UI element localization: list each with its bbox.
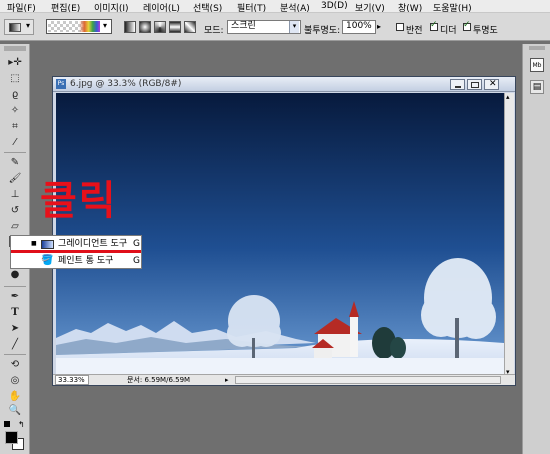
minimize-icon bbox=[455, 86, 461, 88]
gradient-icon bbox=[41, 240, 54, 249]
type-icon[interactable]: T bbox=[7, 306, 23, 320]
zoom-icon[interactable]: 🔍 bbox=[7, 404, 23, 418]
path-selection-icon[interactable]: ➤ bbox=[7, 322, 23, 336]
magic-wand-icon[interactable]: ✧ bbox=[7, 104, 23, 118]
navigator-panel-icon[interactable]: Mb bbox=[530, 58, 544, 72]
minimize-button[interactable] bbox=[450, 79, 465, 90]
3d-orbit-icon[interactable]: ◎ bbox=[7, 374, 23, 388]
radial-gradient-button[interactable] bbox=[139, 21, 151, 33]
horizontal-scrollbar[interactable] bbox=[235, 376, 501, 384]
chevron-down-icon: ▾ bbox=[289, 21, 299, 33]
diamond-gradient-button[interactable] bbox=[184, 21, 196, 33]
mode-value: 스크린 bbox=[231, 21, 256, 31]
zoom-field[interactable]: 33.33% bbox=[55, 375, 89, 385]
right-panel-dock: Mb ▤ bbox=[522, 44, 550, 454]
eraser-icon[interactable]: ▱ bbox=[7, 220, 23, 234]
gradient-icon bbox=[9, 23, 21, 32]
lasso-icon[interactable]: ϱ bbox=[7, 88, 23, 102]
document-size-info: 문서: 6.59M/6.59M bbox=[127, 376, 191, 384]
reflected-gradient-button[interactable] bbox=[169, 21, 181, 33]
crop-icon[interactable]: ⌗ bbox=[7, 120, 23, 134]
document-window: Ps 6.jpg @ 33.3% (RGB/8#) ✕ ▴ ▾ 33.33% 문… bbox=[52, 76, 516, 386]
dither-checkbox[interactable] bbox=[430, 20, 438, 31]
document-status-bar: 33.33% 문서: 6.59M/6.59M ▸ bbox=[53, 374, 515, 385]
gradient-colors bbox=[48, 21, 100, 32]
eyedropper-icon[interactable]: ⁄ bbox=[7, 136, 23, 150]
flyout-item-label: 페인트 통 도구 bbox=[58, 256, 114, 266]
opacity-label: 불투명도: bbox=[304, 26, 341, 36]
opacity-value: 100% bbox=[346, 21, 372, 31]
maximize-button[interactable] bbox=[467, 79, 482, 90]
mode-label: 모드: bbox=[204, 26, 224, 36]
default-colors-icon[interactable] bbox=[4, 421, 10, 427]
marquee-icon[interactable]: ⬚ bbox=[7, 72, 23, 86]
reverse-label: 반전 bbox=[406, 26, 423, 36]
brush-icon[interactable]: 🖌 bbox=[7, 172, 23, 186]
healing-brush-icon[interactable]: ✎ bbox=[7, 156, 23, 170]
toolbox-divider bbox=[4, 354, 26, 355]
dock-grip[interactable] bbox=[529, 46, 545, 50]
mode-select[interactable]: 스크린 ▾ bbox=[227, 20, 301, 34]
document-title-bar[interactable]: Ps 6.jpg @ 33.3% (RGB/8#) ✕ bbox=[53, 77, 515, 92]
chevron-down-icon: ▾ bbox=[103, 21, 108, 30]
toolbox-divider bbox=[4, 152, 26, 153]
move-icon[interactable]: ▸✛ bbox=[7, 56, 23, 70]
history-brush-icon[interactable]: ↺ bbox=[7, 204, 23, 218]
swap-colors-icon[interactable]: ↰ bbox=[18, 420, 25, 429]
transparency-checkbox[interactable] bbox=[463, 20, 471, 31]
status-menu-arrow-icon[interactable]: ▸ bbox=[225, 375, 229, 385]
scroll-up-icon[interactable]: ▴ bbox=[506, 93, 510, 101]
line-shape-icon[interactable]: ╱ bbox=[7, 338, 23, 352]
gradient-picker[interactable]: ▾ bbox=[46, 19, 112, 34]
vertical-scrollbar[interactable]: ▴ ▾ bbox=[504, 93, 514, 376]
close-button[interactable]: ✕ bbox=[484, 79, 499, 90]
document-title: 6.jpg @ 33.3% (RGB/8#) bbox=[70, 79, 182, 89]
maximize-icon bbox=[471, 82, 479, 88]
zoom-value: 33.33% bbox=[58, 376, 85, 384]
close-icon: ✕ bbox=[489, 79, 497, 89]
angle-gradient-button[interactable] bbox=[154, 21, 166, 33]
paint-bucket-icon: 🪣 bbox=[41, 255, 54, 266]
opacity-arrow-icon[interactable]: ▸ bbox=[377, 22, 381, 31]
opacity-input[interactable]: 100% bbox=[342, 20, 376, 34]
dither-label: 디더 bbox=[440, 26, 457, 36]
flyout-item-shortcut: G bbox=[133, 256, 140, 266]
transparency-label: 투명도 bbox=[473, 26, 498, 36]
clone-stamp-icon[interactable]: ⊥ bbox=[7, 188, 23, 202]
dodge-icon[interactable]: ● bbox=[7, 268, 23, 282]
flyout-item-paint-bucket[interactable]: 🪣 페인트 통 도구 G bbox=[11, 253, 141, 269]
linear-gradient-button[interactable] bbox=[124, 21, 136, 33]
menu-bar: 파일(F) 편집(E) 이미지(I) 레이어(L) 선택(S) 필터(T) 분석… bbox=[0, 0, 550, 14]
tool-preset-picker[interactable]: ▾ bbox=[4, 19, 34, 35]
pen-icon[interactable]: ✒ bbox=[7, 290, 23, 304]
toolbox-grip[interactable] bbox=[4, 46, 26, 51]
3d-rotate-icon[interactable]: ⟲ bbox=[7, 358, 23, 372]
hand-icon[interactable]: ✋ bbox=[7, 390, 23, 404]
reverse-checkbox[interactable] bbox=[396, 23, 404, 31]
photoshop-icon: Ps bbox=[56, 79, 66, 89]
menu-3d[interactable]: 3D(D) bbox=[321, 1, 348, 11]
histogram-panel-icon[interactable]: ▤ bbox=[530, 80, 544, 94]
options-bar: ▾ ▾ 모드: 스크린 ▾ 불투명도: 100% ▸ 반전 디더 투명도 bbox=[0, 13, 550, 41]
toolbox-divider bbox=[4, 286, 26, 287]
tool-flyout-menu: ■ 그레이디언트 도구 G 🪣 페인트 통 도구 G bbox=[10, 235, 142, 269]
chevron-down-icon: ▾ bbox=[26, 21, 31, 30]
annotation-text: 클릭 bbox=[40, 178, 118, 224]
foreground-color-swatch[interactable] bbox=[5, 431, 18, 444]
